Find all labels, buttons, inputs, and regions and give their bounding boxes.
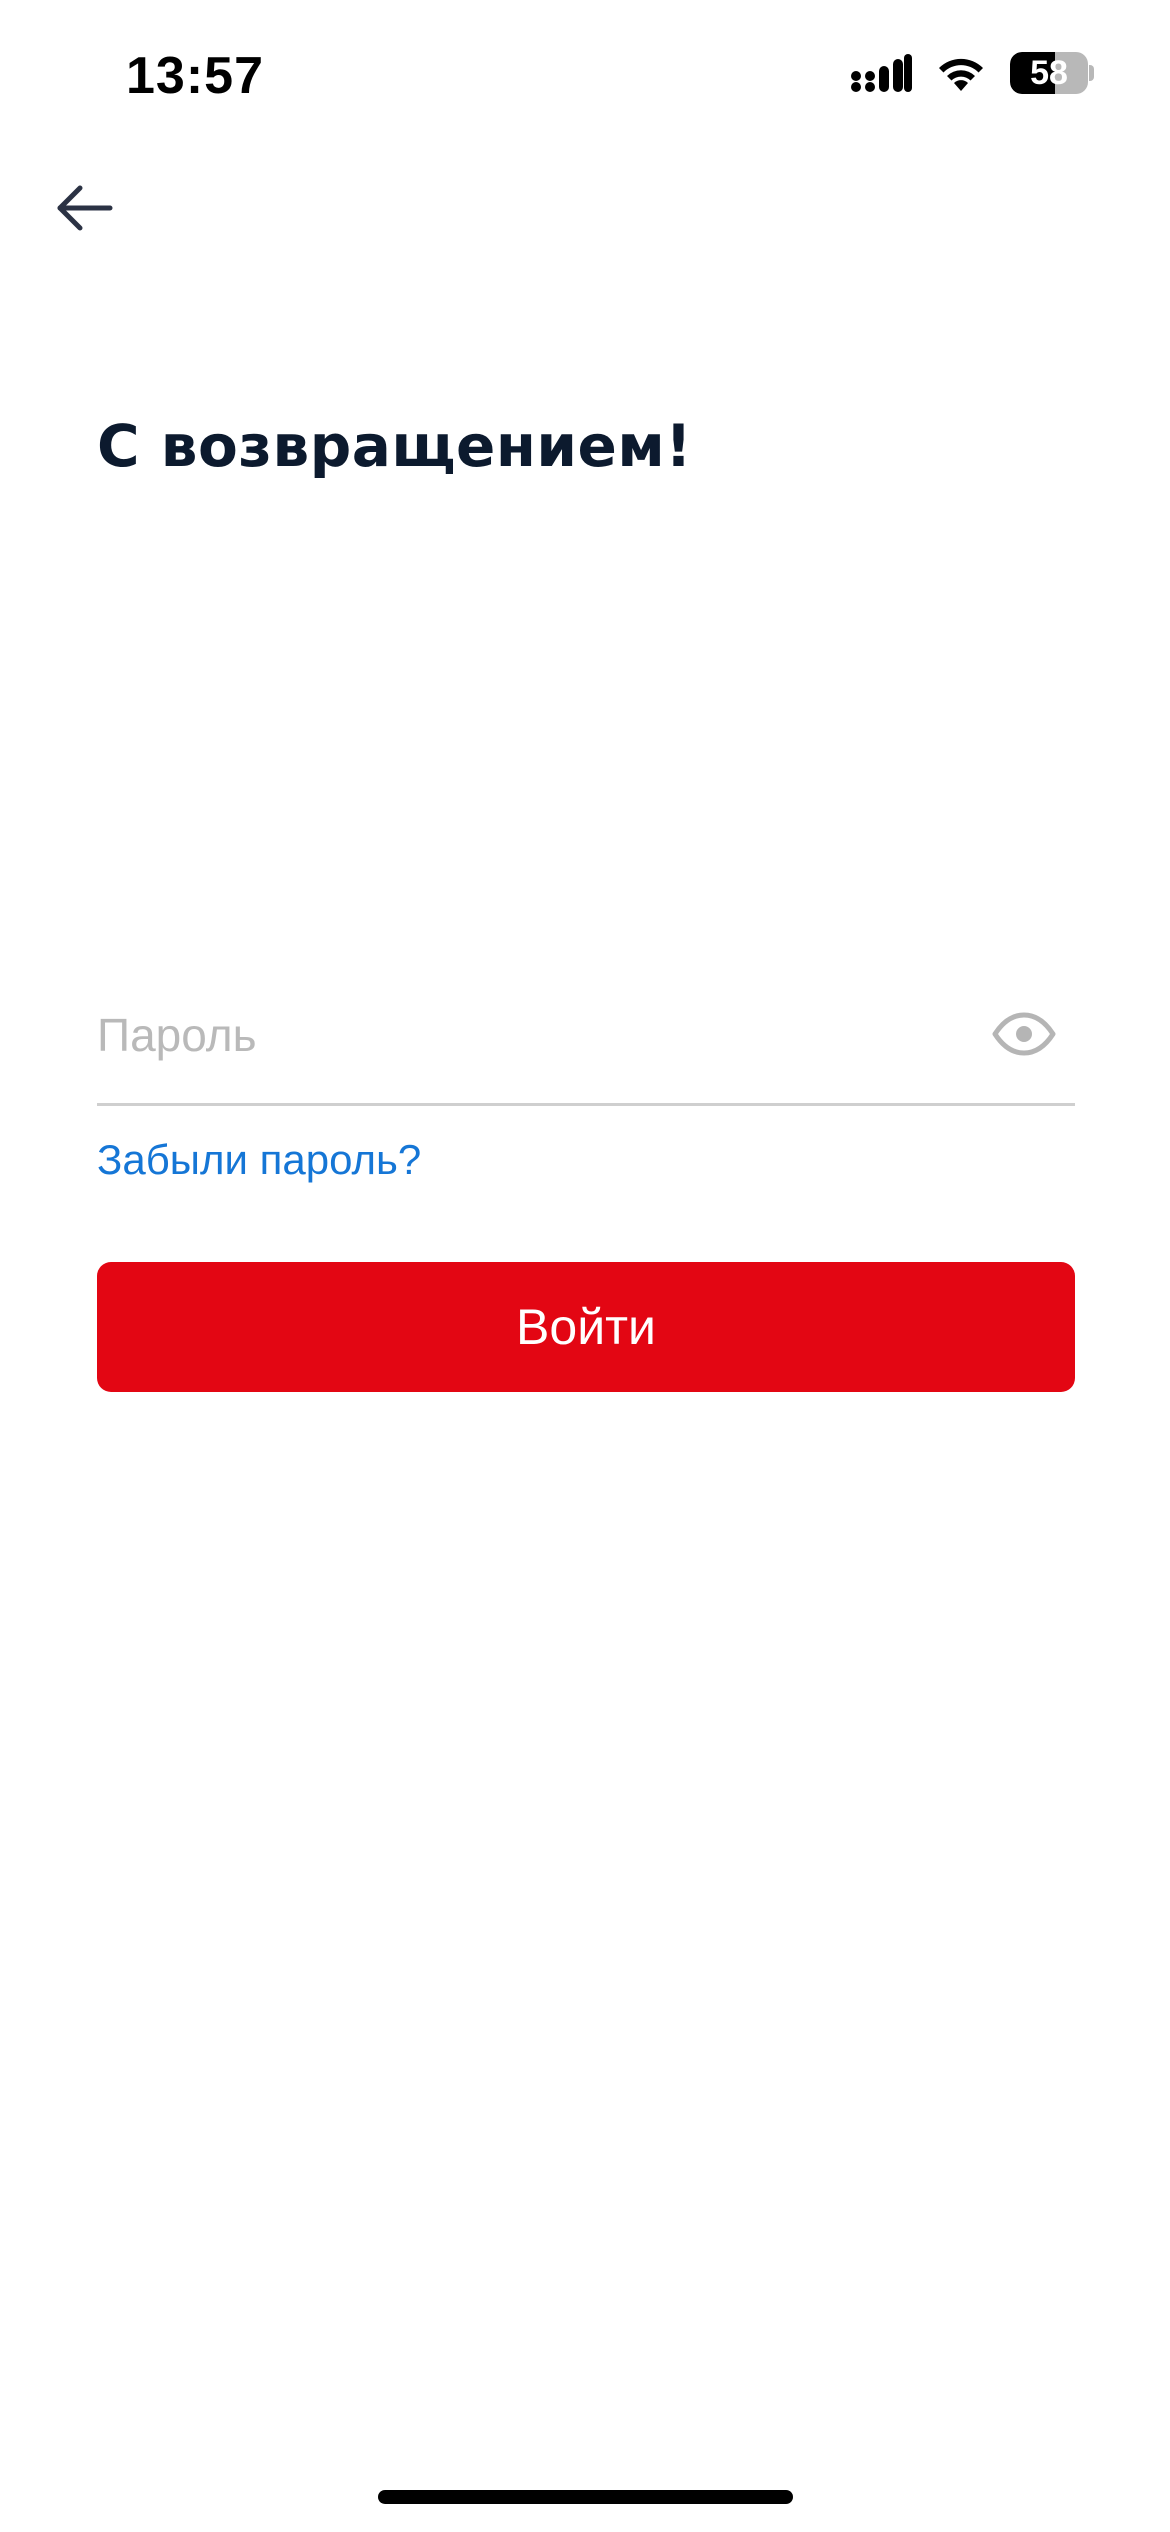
arrow-left-icon — [57, 185, 113, 231]
password-input[interactable] — [97, 970, 957, 1100]
home-indicator — [378, 2490, 793, 2504]
battery-icon: 58 — [1010, 52, 1094, 94]
wifi-icon — [939, 58, 983, 91]
status-icons: 58 — [850, 52, 1094, 94]
page-title: С возвращением! — [97, 412, 693, 480]
status-time: 13:57 — [126, 47, 264, 105]
login-button[interactable]: Войти — [97, 1262, 1075, 1392]
status-bar: 13:57 58 — [0, 0, 1170, 150]
signal-icon — [851, 54, 912, 92]
password-field — [97, 970, 1075, 1106]
back-button[interactable] — [48, 172, 120, 244]
show-password-toggle[interactable] — [991, 1004, 1057, 1064]
forgot-password-link[interactable]: Забыли пароль? — [97, 1136, 421, 1184]
battery-percent: 58 — [1030, 54, 1068, 92]
eye-icon — [992, 1012, 1056, 1056]
